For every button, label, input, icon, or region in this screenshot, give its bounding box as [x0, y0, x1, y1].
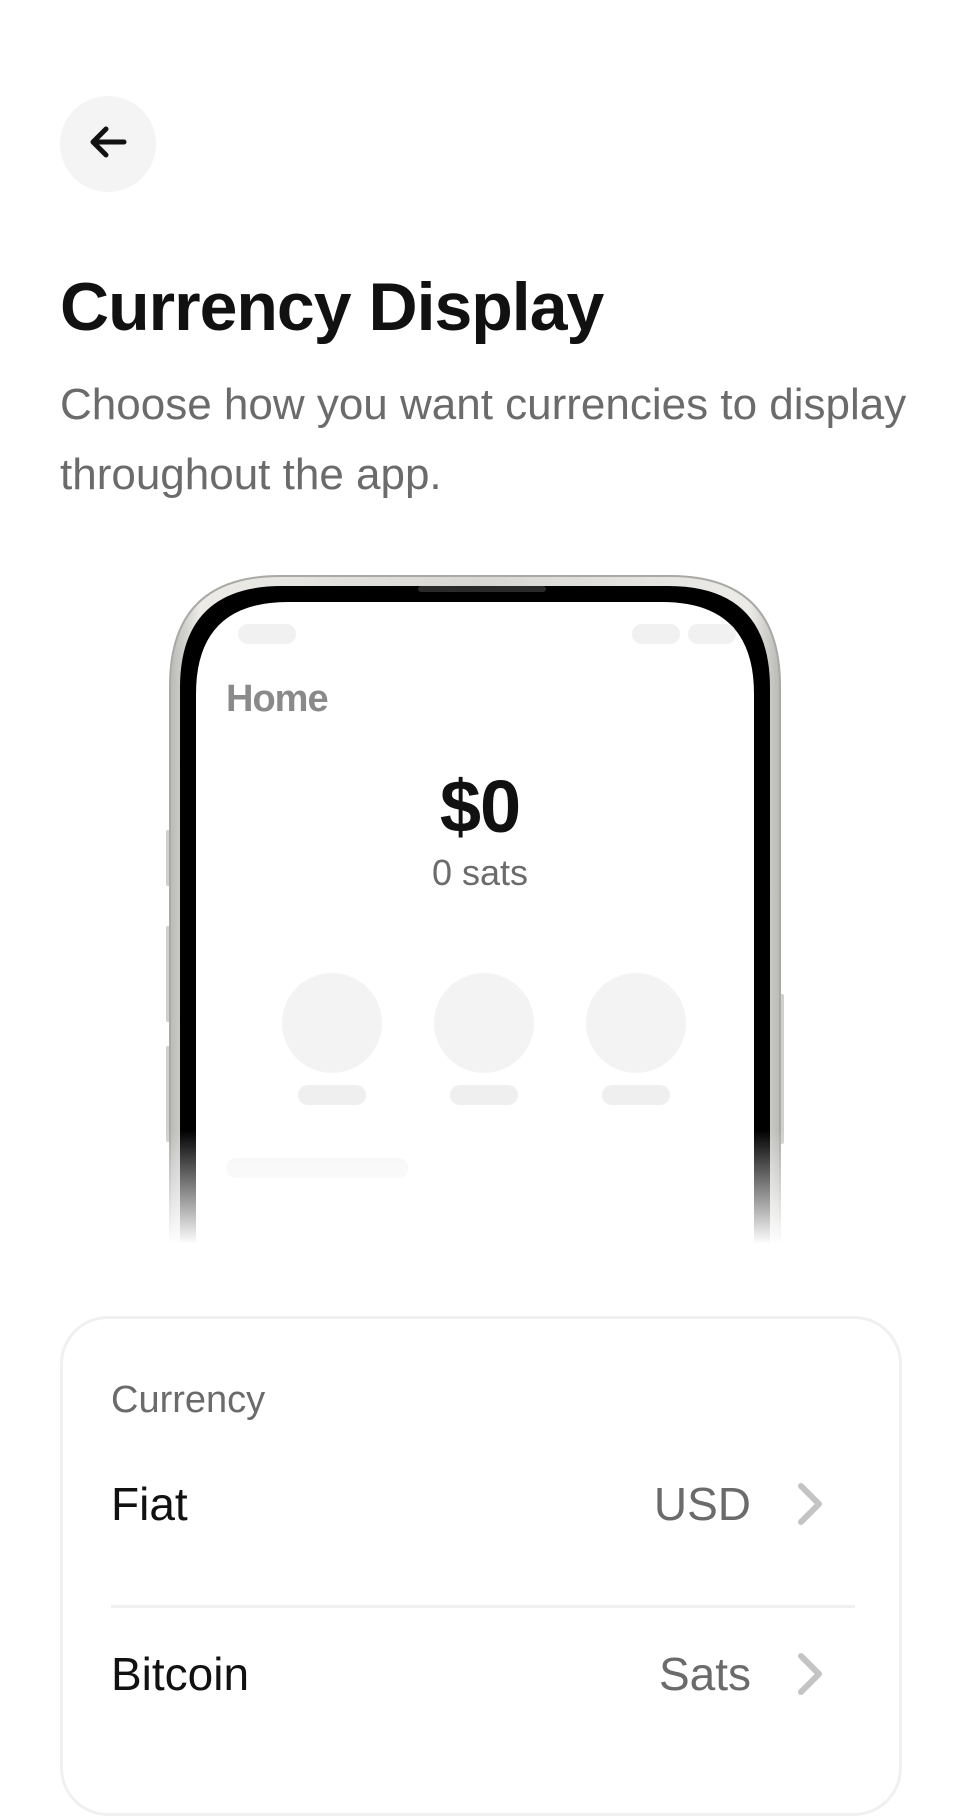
currency-settings-card: Currency Fiat USD Bitcoin Sats — [60, 1316, 902, 1816]
section-label-currency: Currency — [111, 1379, 266, 1421]
page-subtitle: Choose how you want currencies to displa… — [60, 380, 907, 499]
arrow-left-icon — [86, 120, 130, 169]
chevron-right-icon — [795, 1481, 825, 1527]
fiat-value: USD — [653, 1478, 751, 1530]
preview-sats: 0 sats — [431, 852, 529, 893]
row-divider — [111, 1605, 855, 1608]
fiat-currency-row[interactable]: Fiat USD — [111, 1449, 855, 1559]
chevron-right-icon — [795, 1651, 825, 1697]
preview-balance: $0 — [439, 765, 521, 848]
bitcoin-label: Bitcoin — [111, 1648, 250, 1700]
preview-screen-title: Home — [226, 678, 329, 720]
back-button[interactable] — [60, 96, 156, 192]
fiat-label: Fiat — [111, 1478, 188, 1530]
bitcoin-value: Sats — [658, 1648, 751, 1700]
bitcoin-unit-row[interactable]: Bitcoin Sats — [111, 1619, 855, 1729]
page-title: Currency Display — [60, 269, 604, 345]
phone-preview-illustration — [150, 568, 800, 1249]
